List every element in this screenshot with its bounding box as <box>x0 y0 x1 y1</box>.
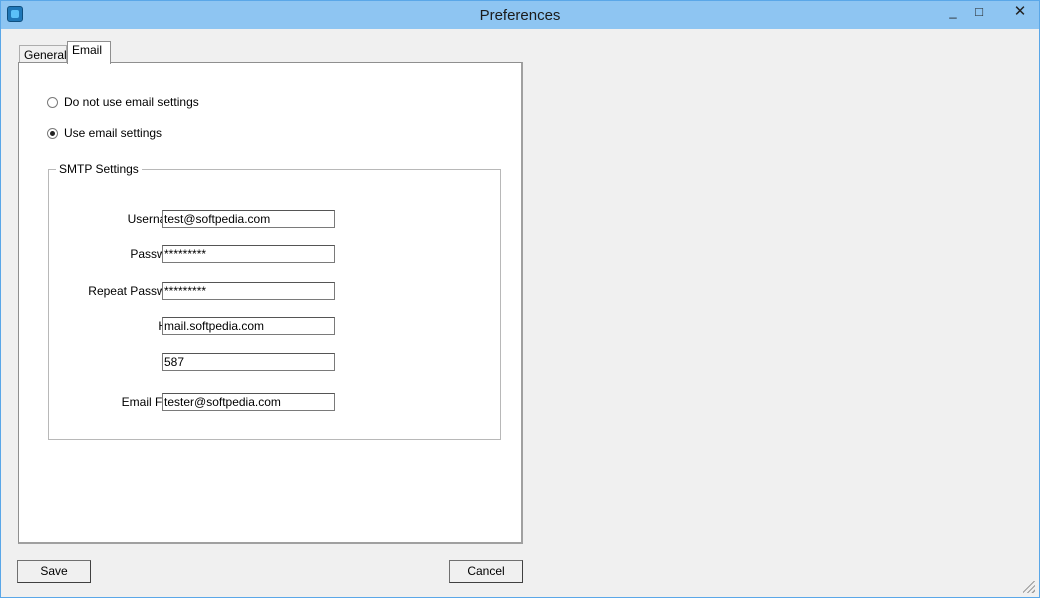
smtp-settings-group: SMTP Settings Username test@softpedia.co… <box>48 162 501 440</box>
repeat-password-label: Repeat Password <box>88 284 183 298</box>
password-label: Password <box>130 247 183 261</box>
save-button[interactable]: Save <box>17 560 91 583</box>
tab-general[interactable]: General <box>19 45 67 63</box>
host-label: Host <box>33 319 183 333</box>
username-label: Username <box>127 212 183 226</box>
email-from-label: Email From <box>121 395 183 409</box>
group-legend: SMTP Settings <box>56 162 142 176</box>
username-field[interactable]: test@softpedia.com <box>162 210 335 228</box>
radio-button[interactable] <box>47 96 58 108</box>
tab-email[interactable]: Email <box>67 41 111 64</box>
close-button[interactable]: ✕ <box>1005 1 1035 23</box>
port-label: Port <box>33 355 183 369</box>
radio-label: Do not use email settings <box>64 95 199 109</box>
window-title: Preferences <box>479 7 561 24</box>
radio-button-selected[interactable] <box>47 127 58 139</box>
email-tab-panel: Do not use email settings Use email sett… <box>18 62 523 544</box>
repeat-password-field[interactable]: ********* <box>162 282 335 300</box>
radio-label: Use email settings <box>64 126 163 140</box>
port-field[interactable]: 587 <box>162 353 335 371</box>
radio-use-email[interactable]: Use email settings <box>47 125 162 141</box>
email-from-field[interactable]: tester@softpedia.com <box>162 393 335 411</box>
maximize-button[interactable]: □ <box>964 1 994 23</box>
preferences-window: Preferences _ □ ✕ General Email Do not u… <box>0 0 1040 598</box>
radio-do-not-use-email[interactable]: Do not use email settings <box>47 94 199 110</box>
resize-grip-icon[interactable] <box>1023 581 1035 593</box>
host-field[interactable]: mail.softpedia.com <box>162 317 335 335</box>
password-field[interactable]: ********* <box>162 245 335 263</box>
cancel-button[interactable]: Cancel <box>449 560 523 583</box>
title-bar[interactable]: Preferences _ □ ✕ <box>1 1 1039 29</box>
